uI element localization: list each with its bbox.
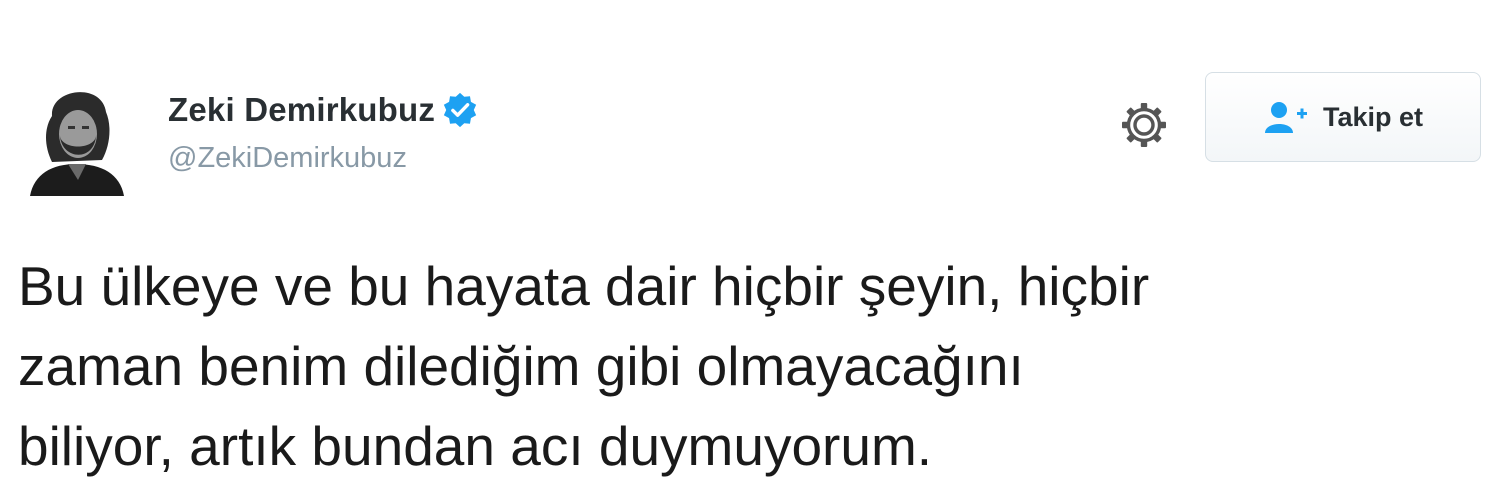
tweet-text-line: biliyor, artık bundan acı duymuyorum. bbox=[18, 415, 933, 477]
gear-icon[interactable] bbox=[1117, 98, 1171, 152]
user-handle[interactable]: @ZekiDemirkubuz bbox=[168, 142, 479, 175]
name-row: Zeki Demirkubuz bbox=[168, 88, 479, 132]
follow-button[interactable]: Takip et bbox=[1205, 72, 1481, 162]
tweet-text: Bu ülkeye ve bu hayata dair hiçbir şeyin… bbox=[18, 246, 1478, 486]
add-user-icon bbox=[1264, 102, 1307, 133]
follow-button-label: Takip et bbox=[1322, 101, 1424, 132]
profile-photo-icon bbox=[22, 76, 130, 196]
gear-icon-graphic bbox=[1122, 103, 1166, 147]
tweet-text-line: zaman benim dilediğim gibi olmayacağını bbox=[18, 335, 1024, 397]
author-info: Zeki Demirkubuz @ZekiDemirkubuz bbox=[168, 88, 479, 175]
tweet-card: Zeki Demirkubuz @ZekiDemirkubuz Takip et… bbox=[0, 0, 1497, 499]
verified-badge-icon bbox=[443, 92, 477, 128]
tweet-text-line: Bu ülkeye ve bu hayata dair hiçbir şeyin… bbox=[18, 255, 1150, 317]
display-name[interactable]: Zeki Demirkubuz bbox=[168, 91, 435, 129]
avatar[interactable] bbox=[22, 76, 130, 196]
